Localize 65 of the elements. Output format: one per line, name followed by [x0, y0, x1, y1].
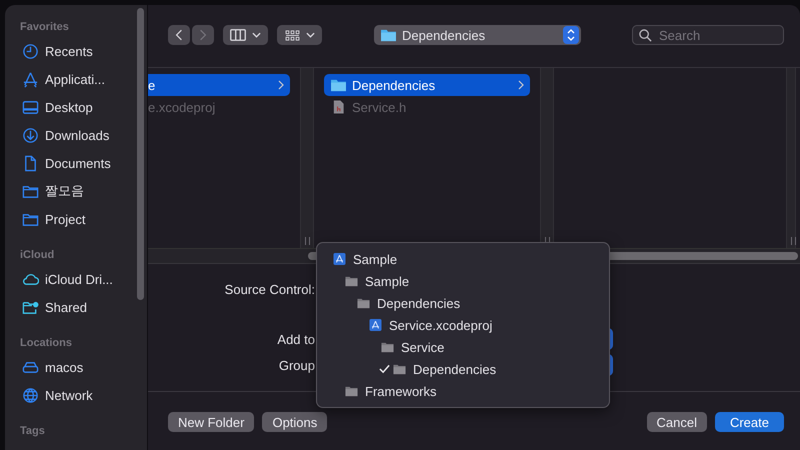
- caret-icon: [252, 32, 261, 38]
- globe-icon: [22, 386, 39, 404]
- menu-item[interactable]: Sample: [317, 270, 609, 292]
- search-icon: [639, 29, 652, 42]
- folder-icon: [345, 385, 358, 397]
- forward-button[interactable]: [192, 25, 214, 45]
- menu-item[interactable]: Frameworks: [317, 380, 609, 402]
- menu-item[interactable]: Service.xcodeproj: [317, 314, 609, 336]
- field-label: Group: [278, 358, 315, 372]
- folder-icon: [381, 341, 394, 353]
- doc-icon: [22, 154, 39, 172]
- menu-item[interactable]: Service: [317, 336, 609, 358]
- desktop-icon: [22, 98, 39, 116]
- group-button[interactable]: [277, 25, 322, 45]
- clock-icon: [22, 42, 39, 60]
- grid-icon: [284, 30, 300, 40]
- back-button[interactable]: [168, 25, 190, 45]
- path-popup[interactable]: Dependencies: [374, 25, 581, 45]
- dialog-button[interactable]: Create: [714, 412, 784, 432]
- dialog-button[interactable]: Cancel: [646, 412, 707, 432]
- column-view-button[interactable]: [223, 25, 268, 45]
- menu-item[interactable]: Dependencies: [317, 358, 609, 380]
- project-icon: [333, 253, 346, 265]
- resize-handle[interactable]: [305, 237, 310, 245]
- resize-handle[interactable]: [791, 237, 796, 245]
- sidebar-item[interactable]: Project: [5, 205, 147, 233]
- sidebar-item[interactable]: Applicati...: [5, 65, 147, 93]
- sidebar-item[interactable]: Recents: [5, 37, 147, 65]
- field-label: Source Control:: [224, 282, 315, 296]
- chevron-left-icon: [175, 29, 183, 41]
- section-header: Tags: [19, 424, 46, 439]
- field-label: Add to: [276, 332, 315, 346]
- dialog-button[interactable]: Options: [262, 412, 328, 432]
- sidebar-item[interactable]: iCloud Dri...: [5, 265, 147, 293]
- section-header: Locations: [19, 336, 73, 351]
- folder-icon: [345, 275, 358, 287]
- stepper-icon: [563, 26, 579, 44]
- download-icon: [22, 126, 39, 144]
- file-row[interactable]: e: [148, 74, 290, 96]
- menu-item[interactable]: Sample: [317, 248, 609, 270]
- columns-icon: [230, 29, 246, 41]
- sidebar-item[interactable]: Documents: [5, 149, 147, 177]
- folder-icon: [330, 78, 347, 92]
- search-field[interactable]: Search: [632, 25, 784, 45]
- chevron-right-icon: [199, 29, 207, 41]
- section-header: Favorites: [19, 20, 70, 35]
- menu-item[interactable]: Dependencies: [317, 292, 609, 314]
- sidebar-item[interactable]: Shared: [5, 293, 147, 321]
- sidebar-item[interactable]: Downloads: [5, 121, 147, 149]
- sidebar-item[interactable]: Desktop: [5, 93, 147, 121]
- apps-icon: [22, 70, 39, 88]
- dialog-button[interactable]: New Folder: [168, 412, 254, 432]
- folder-icon: [393, 363, 406, 375]
- folder-icon: [380, 28, 397, 42]
- scroll-bar[interactable]: [137, 8, 144, 300]
- sidebar-item[interactable]: macos: [5, 353, 147, 381]
- project-icon: [369, 319, 382, 331]
- chevron-icon: [518, 80, 524, 90]
- folder-icon: [357, 297, 370, 309]
- chevron-icon: [278, 80, 284, 90]
- file-row[interactable]: Dependencies: [324, 74, 530, 96]
- caret-icon: [306, 32, 314, 38]
- section-header: iCloud: [19, 248, 56, 263]
- sidebar-item[interactable]: 짤모음: [5, 177, 147, 205]
- sidebar-item[interactable]: Network: [5, 381, 147, 409]
